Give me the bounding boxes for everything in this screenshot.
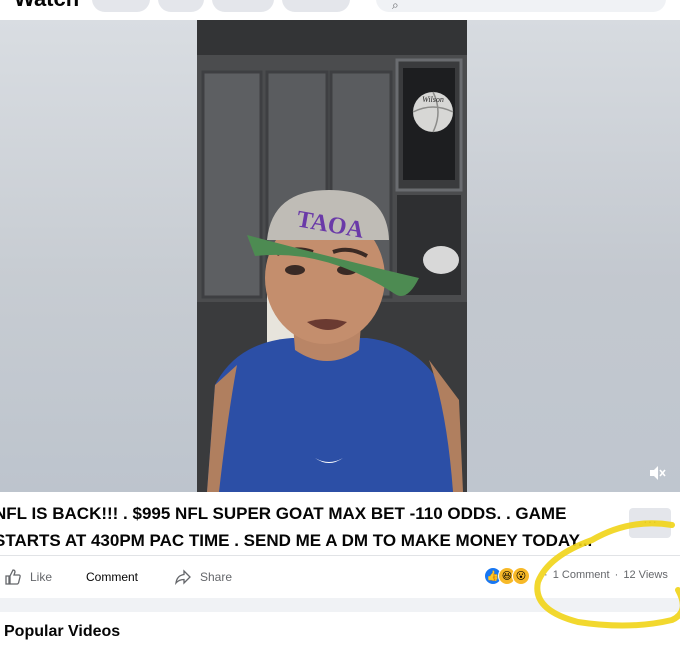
comment-button[interactable]: Comment [86,566,138,588]
comment-count-link[interactable]: 1 Comment [553,569,610,581]
caption-line-1: NFL IS BACK!!! . $995 NFL SUPER GOAT MAX… [0,504,567,523]
like-label: Like [30,570,53,584]
video-frame: Wilson TAOA [197,20,467,492]
search-input[interactable]: ⌕ [376,0,666,12]
caption-line-2: STARTS AT 430PM PAC TIME . SEND ME A DM … [0,531,593,550]
page-title: Watch [14,0,79,12]
reaction-summary[interactable]: 👍 😆 😮 [484,567,530,585]
nav-pill-4[interactable] [282,0,350,12]
post-stats: · 1 Comment · 12 Views [544,569,670,581]
divider [0,555,680,556]
video-blur-left [0,20,197,492]
stats-separator: · [544,569,548,581]
search-icon: ⌕ [392,0,399,12]
like-button[interactable]: Like [4,566,52,588]
thumbs-up-icon [5,569,21,585]
popular-videos-section: Popular Videos [0,612,680,649]
more-options-button[interactable]: ··· [629,508,671,538]
popular-videos-heading: Popular Videos [4,623,121,640]
share-arrow-icon [175,569,191,586]
nav-pill-2[interactable] [158,0,204,12]
nav-pill-3[interactable] [212,0,274,12]
comment-label: Comment [86,570,139,584]
nav-pill-1[interactable] [92,0,150,12]
wow-reaction-icon: 😮 [512,567,530,585]
video-blur-right [467,20,680,492]
mute-icon[interactable] [648,464,666,482]
view-count: 12 Views [623,569,668,581]
video-player[interactable]: Wilson TAOA [0,20,680,492]
share-label: Share [200,570,233,584]
post-caption: NFL IS BACK!!! . $995 NFL SUPER GOAT MAX… [0,500,620,554]
svg-text:Wilson: Wilson [422,95,444,104]
share-button[interactable]: Share [174,566,232,588]
video-thumbnail: Wilson TAOA [197,20,467,492]
stats-separator-2: · [614,569,619,581]
top-bar: Watch ⌕ [0,0,680,20]
